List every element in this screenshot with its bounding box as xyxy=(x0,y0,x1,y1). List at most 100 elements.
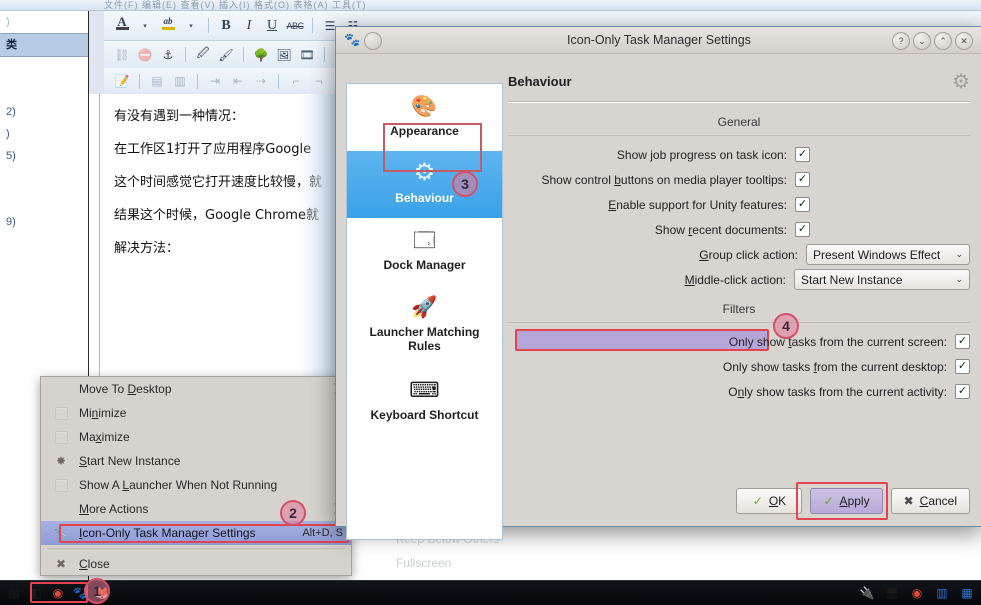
sidebar-item-keyboard-shortcut[interactable]: ⌨ Keyboard Shortcut xyxy=(347,368,502,451)
sidebar-item-appearance[interactable]: 🎨 Appearance xyxy=(347,84,502,151)
sidebar-row[interactable]: ) xyxy=(0,11,88,33)
checkbox-indicator[interactable] xyxy=(54,430,68,444)
cell-split-icon[interactable]: ¬ xyxy=(309,71,329,91)
sidebar-row[interactable]: 5) xyxy=(0,145,88,167)
tray-office-icon[interactable]: ▥ xyxy=(932,583,952,603)
unlink-icon[interactable]: ⛔ xyxy=(135,45,155,65)
annotation-marker-3: 3 xyxy=(452,171,478,197)
bold-icon[interactable]: B xyxy=(216,16,236,36)
cell-merge-icon[interactable]: ⌐ xyxy=(286,71,306,91)
show-job-progress-checkbox[interactable]: ✓ xyxy=(795,147,810,162)
sidebar-row[interactable] xyxy=(0,189,88,211)
minimize-button[interactable]: ⌄ xyxy=(913,32,931,50)
menu-separator xyxy=(47,548,345,549)
current-screen-filter-checkbox[interactable]: ✓ xyxy=(955,334,970,349)
tray-device-icon[interactable]: 🔌 xyxy=(857,583,877,603)
show-media-buttons-checkbox-row[interactable]: Show control buttons on media player too… xyxy=(508,169,970,190)
show-media-buttons-checkbox[interactable]: ✓ xyxy=(795,172,810,187)
context-menu-item[interactable]: ✸ Start New Instance xyxy=(41,449,351,473)
show-recent-documents-checkbox[interactable]: ✓ xyxy=(795,222,810,237)
close-button[interactable]: ✕ xyxy=(955,32,973,50)
context-menu-item-label: Icon-Only Task Manager Settings xyxy=(79,526,256,540)
tray-chrome-icon[interactable]: ◉ xyxy=(907,583,927,603)
context-menu-item[interactable]: Move To Desktop❯ xyxy=(41,377,351,401)
eraser-icon[interactable]: 🖉 xyxy=(193,45,213,65)
help-button[interactable]: ? xyxy=(892,32,910,50)
current-activity-filter-checkbox-row[interactable]: Only show tasks from the current activit… xyxy=(508,381,970,402)
sidebar-row[interactable]: 9) xyxy=(0,211,88,233)
apply-button-label: Apply xyxy=(839,494,870,508)
group-click-action-combo-row[interactable]: Group click action: Present Windows Effec… xyxy=(508,244,970,265)
outdent-icon[interactable]: ⇤ xyxy=(228,71,248,91)
taskbar-chrome-icon[interactable]: ◉ xyxy=(48,583,68,603)
checkbox-indicator[interactable] xyxy=(54,406,68,420)
font-color-icon[interactable]: A xyxy=(112,15,132,36)
settings-dialog[interactable]: 🐾 Icon-Only Task Manager Settings ? ⌄ ⌃ … xyxy=(335,26,981,540)
show-recent-documents-checkbox-row[interactable]: Show recent documents: ✓ xyxy=(508,219,970,240)
sidebar-item-launcher-matching-rules[interactable]: 🚀 Launcher Matching Rules xyxy=(347,285,502,368)
context-menu-item[interactable]: 🔧 Icon-Only Task Manager Settings Alt+D, S xyxy=(41,521,351,545)
format-brush-icon[interactable]: 🖌 xyxy=(216,45,236,65)
font-color-dropdown-icon[interactable]: ▾ xyxy=(135,16,155,36)
sidebar-item-behaviour[interactable]: ⚙ Behaviour xyxy=(347,151,502,218)
insert-video-icon[interactable]: 🎞 xyxy=(297,45,317,65)
link-icon[interactable]: ⛓ xyxy=(112,45,132,65)
taskbar-system-tray[interactable]: 🔌 🖥 ◉ ▥ ▦ xyxy=(855,583,977,603)
table-props-icon[interactable]: ▥ xyxy=(170,71,190,91)
sidebar-item-dock-manager[interactable]: 🗔 Dock Manager xyxy=(347,218,502,285)
current-desktop-filter-checkbox[interactable]: ✓ xyxy=(955,359,970,374)
start-new-instance-icon: ✸ xyxy=(55,454,67,468)
current-activity-filter-checkbox[interactable]: ✓ xyxy=(955,384,970,399)
unity-support-checkbox[interactable]: ✓ xyxy=(795,197,810,212)
group-click-action-combo[interactable]: Present Windows Effect ⌄ xyxy=(806,244,970,265)
insert-image-icon[interactable]: 🖼 xyxy=(274,45,294,65)
sidebar-item-label: Launcher Matching Rules xyxy=(369,325,480,353)
strikethrough-icon[interactable]: ABC xyxy=(285,16,305,36)
cancel-button[interactable]: ✖ Cancel xyxy=(890,488,970,514)
context-menu-item[interactable]: Maximize xyxy=(41,425,351,449)
sidebar-row[interactable] xyxy=(0,57,88,79)
tray-display-icon[interactable]: 🖥 xyxy=(882,583,902,603)
underline-icon[interactable]: U xyxy=(262,16,282,36)
sidebar-row[interactable] xyxy=(0,167,88,189)
unity-support-checkbox-row[interactable]: Enable support for Unity features: ✓ xyxy=(508,194,970,215)
middle-click-action-combo[interactable]: Start New Instance ⌄ xyxy=(794,269,970,290)
context-menu-item[interactable]: Minimize xyxy=(41,401,351,425)
context-menu-item[interactable]: ✖ Close xyxy=(41,552,351,576)
tray-office2-icon[interactable]: ▦ xyxy=(957,583,977,603)
italic-icon[interactable]: I xyxy=(239,16,259,36)
sidebar-row[interactable]: 类 xyxy=(0,33,88,57)
cancel-button-label: Cancel xyxy=(919,494,957,508)
anchor-icon[interactable]: ⚓ xyxy=(158,45,178,65)
dialog-titlebar[interactable]: 🐾 Icon-Only Task Manager Settings ? ⌄ ⌃ … xyxy=(336,27,981,54)
edit-source-icon[interactable]: 📝 xyxy=(112,71,132,91)
minimize-icon xyxy=(49,403,73,423)
sidebar-row[interactable] xyxy=(0,79,88,101)
indent-icon[interactable]: ⇥ xyxy=(205,71,225,91)
table-insert-icon[interactable]: ▤ xyxy=(147,71,167,91)
app-menubar-strip[interactable]: 文件(F) 编辑(E) 查看(V) 插入(I) 格式(O) 表格(A) 工具(T… xyxy=(0,0,981,11)
row-insert-icon[interactable]: ⇢ xyxy=(251,71,271,91)
insert-tree-icon[interactable]: 🌳 xyxy=(251,45,271,65)
maximize-button[interactable]: ⌃ xyxy=(934,32,952,50)
taskbar-app-panel-icon[interactable]: ◧ xyxy=(26,583,46,603)
settings-category-list[interactable]: 🎨 Appearance ⚙ Behaviour 🗔 Dock Manager 🚀 Launc… xyxy=(346,83,503,540)
context-menu-item[interactable]: Show A Launcher When Not Running xyxy=(41,473,351,497)
checkbox-indicator[interactable] xyxy=(54,478,68,492)
sidebar-row[interactable]: 2) xyxy=(0,101,88,123)
current-activity-filter-checkbox-label: Only show tasks from the current activit… xyxy=(728,384,947,399)
sidebar-row[interactable]: ) xyxy=(0,123,88,145)
current-desktop-filter-checkbox-row[interactable]: Only show tasks from the current desktop… xyxy=(508,356,970,377)
taskbar-context-menu[interactable]: Move To Desktop❯ Minimize Maximize ✸ Start N… xyxy=(40,376,352,576)
highlight-color-dropdown-icon[interactable]: ▾ xyxy=(181,16,201,36)
highlight-color-icon[interactable]: ab xyxy=(158,16,178,36)
taskbar-app-document-icon[interactable]: ▤ xyxy=(4,583,24,603)
ok-button[interactable]: ✓ OK xyxy=(736,488,803,514)
page-title: Behaviour xyxy=(508,74,572,89)
show-job-progress-checkbox-row[interactable]: Show job progress on task icon: ✓ xyxy=(508,144,970,165)
context-menu-item-label: Close xyxy=(79,557,110,571)
desktop-taskbar[interactable]: ▤◧◉🐾🦊 🔌🖥◉▥▦ xyxy=(0,580,981,605)
middle-click-action-combo-row[interactable]: Middle-click action: Start New Instance ⌄ xyxy=(508,269,970,290)
current-screen-filter-checkbox-row[interactable]: Only show tasks from the current screen:… xyxy=(508,329,970,352)
apply-button[interactable]: ✓ Apply xyxy=(810,488,883,514)
